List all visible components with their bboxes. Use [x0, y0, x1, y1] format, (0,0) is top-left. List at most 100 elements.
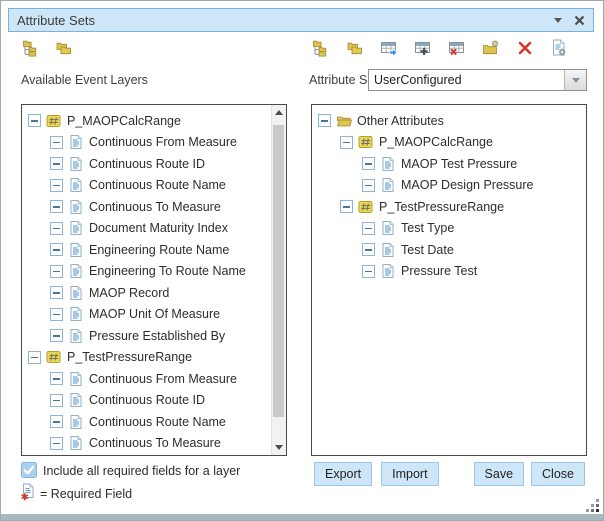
page-settings-button[interactable] — [550, 39, 568, 57]
scrollbar-up-button[interactable] — [272, 105, 286, 120]
tree-item[interactable]: P_TestPressureRange — [312, 196, 586, 218]
tree-item[interactable]: P_TestPressureRange — [22, 347, 271, 369]
chevron-up-icon — [275, 110, 283, 115]
export-import-buttons: Export Import — [314, 462, 439, 486]
tree-item[interactable]: Engineering Route Name — [22, 239, 271, 261]
remove-table-button[interactable] — [448, 39, 466, 57]
folders-icon — [55, 39, 73, 57]
tree-item[interactable]: Pressure Test — [312, 261, 586, 283]
attribute-tree-button[interactable] — [312, 39, 330, 57]
tree-item[interactable]: Continuous Route ID — [22, 153, 271, 175]
resize-grip[interactable] — [586, 499, 599, 512]
tree-item-label: Continuous To Measure — [89, 200, 221, 214]
collapse-dialog-button[interactable] — [554, 18, 562, 23]
collapse-expander-icon[interactable] — [318, 114, 331, 127]
export-button[interactable]: Export — [314, 462, 372, 486]
field-icon — [68, 220, 84, 236]
collapse-expander-icon[interactable] — [50, 200, 63, 213]
collapse-expander-icon[interactable] — [50, 136, 63, 149]
tree-item[interactable]: P_MAOPCalcRange — [22, 110, 271, 132]
field-icon — [68, 371, 84, 387]
collapse-expander-icon[interactable] — [50, 243, 63, 256]
save-button[interactable]: Save — [474, 462, 525, 486]
collapse-expander-icon[interactable] — [362, 157, 375, 170]
close-dialog-button[interactable] — [574, 15, 585, 26]
add-table-button[interactable] — [414, 39, 432, 57]
save-close-buttons: SaveClose — [474, 462, 585, 486]
collapse-expander-icon[interactable] — [50, 308, 63, 321]
collapse-expander-icon[interactable] — [50, 437, 63, 450]
tree-item-label: Continuous To Measure — [89, 436, 221, 450]
collapse-expander-icon[interactable] — [50, 157, 63, 170]
collapse-expander-icon[interactable] — [50, 179, 63, 192]
tree-item-label: Other Attributes — [357, 114, 444, 128]
event-layer-icon — [358, 199, 374, 215]
event-layer-tree-button[interactable] — [22, 39, 40, 57]
tree-item[interactable]: Continuous Route ID — [22, 390, 271, 412]
event-layer-icon — [46, 349, 62, 365]
tree-item[interactable]: Continuous From Measure — [22, 132, 271, 154]
tree-item[interactable]: Continuous Route Name — [22, 411, 271, 433]
collapse-expander-icon[interactable] — [362, 222, 375, 235]
collapse-expander-icon[interactable] — [50, 394, 63, 407]
tree-item[interactable]: Engineering To Route Name — [22, 261, 271, 283]
tree-item[interactable]: Continuous Route Name — [22, 175, 271, 197]
attribute-folders-button[interactable] — [346, 39, 364, 57]
tree-item-label: Document Maturity Index — [89, 221, 228, 235]
table-plus-icon — [414, 39, 432, 57]
field-icon — [68, 414, 84, 430]
export-table-button[interactable] — [380, 39, 398, 57]
collapse-expander-icon[interactable] — [362, 265, 375, 278]
open-folders-button[interactable] — [55, 39, 73, 57]
dropdown-arrow-button[interactable] — [564, 70, 586, 90]
dialog-title: Attribute Sets — [9, 13, 554, 28]
collapse-expander-icon[interactable] — [50, 372, 63, 385]
collapse-expander-icon[interactable] — [50, 265, 63, 278]
scrollbar-thumb[interactable] — [273, 125, 284, 417]
vertical-scrollbar[interactable] — [271, 105, 286, 455]
delete-button[interactable] — [516, 39, 534, 57]
field-icon — [68, 134, 84, 150]
collapse-expander-icon[interactable] — [50, 415, 63, 428]
tree-item-label: Continuous Route ID — [89, 393, 205, 407]
import-button[interactable]: Import — [381, 462, 438, 486]
collapse-expander-icon[interactable] — [50, 329, 63, 342]
tree-item[interactable]: Test Type — [312, 218, 586, 240]
close-icon — [574, 15, 585, 26]
collapse-expander-icon[interactable] — [362, 243, 375, 256]
tree-item-label: Continuous From Measure — [89, 135, 237, 149]
field-icon — [380, 156, 396, 172]
collapse-expander-icon[interactable] — [28, 351, 41, 364]
tree-item[interactable]: MAOP Test Pressure — [312, 153, 586, 175]
folder-gear-icon — [482, 39, 500, 57]
tree-item[interactable]: MAOP Design Pressure — [312, 175, 586, 197]
tree-item[interactable]: Continuous From Measure — [22, 368, 271, 390]
collapse-expander-icon[interactable] — [50, 222, 63, 235]
close-button[interactable]: Close — [531, 462, 585, 486]
folder-tree-icon — [22, 39, 40, 57]
tree-item[interactable]: MAOP Record — [22, 282, 271, 304]
required-field-icon — [20, 483, 36, 506]
collapse-expander-icon[interactable] — [50, 286, 63, 299]
tree-item[interactable]: Other Attributes — [312, 110, 586, 132]
scrollbar-down-button[interactable] — [272, 440, 286, 455]
attribute-set-dropdown[interactable]: UserConfigured — [368, 69, 587, 91]
collapse-expander-icon[interactable] — [340, 200, 353, 213]
tree-item[interactable]: Continuous To Measure — [22, 433, 271, 455]
tree-item[interactable]: Document Maturity Index — [22, 218, 271, 240]
tree-item[interactable]: MAOP Unit Of Measure — [22, 304, 271, 326]
tree-item[interactable]: Continuous To Measure — [22, 196, 271, 218]
folder-settings-button[interactable] — [482, 39, 500, 57]
collapse-expander-icon[interactable] — [340, 136, 353, 149]
tree-item[interactable]: P_MAOPCalcRange — [312, 132, 586, 154]
tree-item[interactable]: Pressure Established By — [22, 325, 271, 347]
field-icon — [380, 263, 396, 279]
attribute-set-tree: Other Attributes P_MAOPCalcRangeMAOP Test… — [312, 105, 586, 282]
collapse-expander-icon[interactable] — [28, 114, 41, 127]
dialog-titlebar[interactable]: Attribute Sets — [8, 8, 594, 32]
collapse-expander-icon[interactable] — [362, 179, 375, 192]
tree-item[interactable]: Test Date — [312, 239, 586, 261]
include-required-fields-checkbox[interactable] — [21, 462, 37, 478]
tree-item-label: Test Date — [401, 243, 454, 257]
field-icon — [68, 392, 84, 408]
